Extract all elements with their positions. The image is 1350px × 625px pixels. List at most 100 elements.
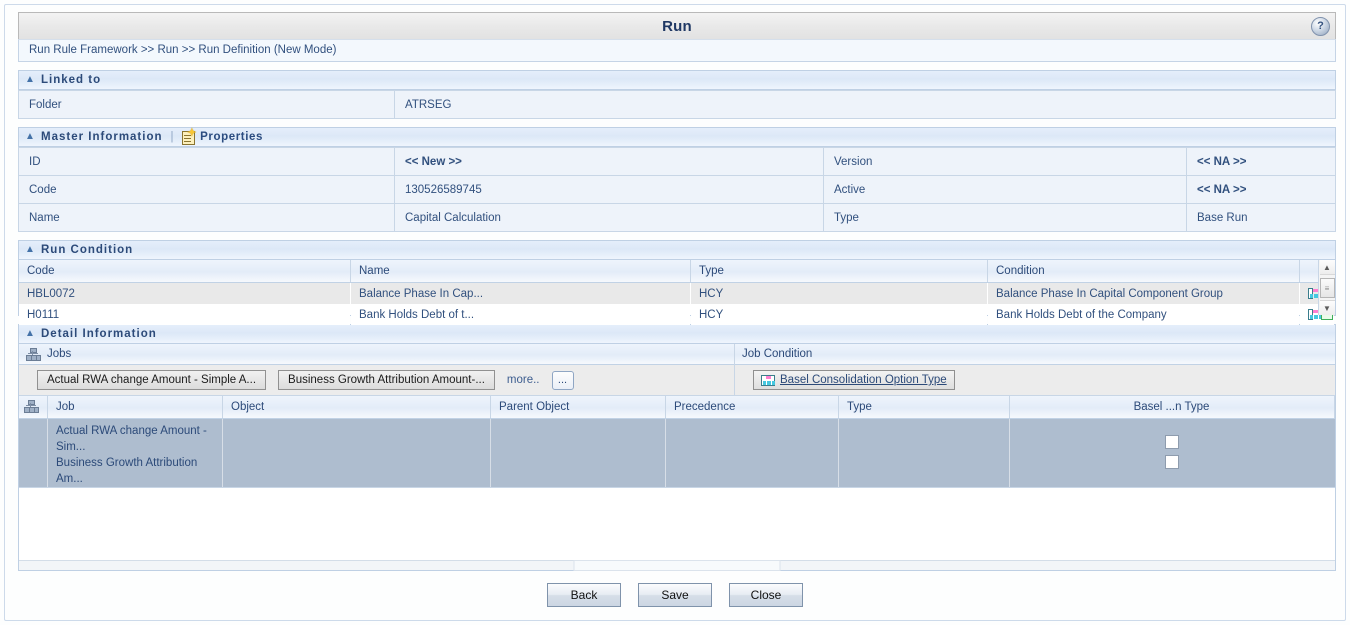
detail-information-panel: ▲ Detail Information Jobs Actual RWA cha… [18, 324, 1336, 571]
linked-to-grid: Folder ATRSEG [18, 90, 1336, 119]
cell-parent-object [490, 418, 666, 487]
linked-to-header[interactable]: ▲ Linked to [18, 70, 1336, 90]
name-value: Capital Calculation [394, 203, 824, 232]
active-value: << NA >> [1186, 175, 1336, 204]
cell-condition: Bank Holds Debt of the Company [987, 304, 1300, 325]
run-condition-table: Code Name Type Condition HBL0072 Balance… [19, 260, 1335, 325]
job-condition-title: Job Condition [742, 348, 813, 360]
jobs-more-link[interactable]: more.. [507, 374, 540, 386]
table-header-row: Code Name Type Condition [19, 260, 1335, 283]
job-chip-1[interactable]: Actual RWA change Amount - Simple A... [37, 370, 267, 390]
job-line: Sim... [56, 441, 86, 453]
properties-link[interactable]: ✦ Properties [182, 128, 263, 146]
jobs-title: Jobs [47, 348, 72, 360]
chevron-up-icon[interactable]: ▲ [25, 132, 35, 142]
col-object[interactable]: Object [222, 396, 491, 419]
master-information-title: Master Information [41, 131, 163, 143]
footer-buttons: Back Save Close [8, 583, 1342, 607]
close-button[interactable]: Close [729, 583, 803, 607]
table-row[interactable]: H0111 Bank Holds Debt of t... HCY Bank H… [19, 304, 1335, 325]
basel-option-checkbox[interactable] [1165, 434, 1180, 449]
cell-name: Balance Phase In Cap... [350, 282, 691, 304]
job-chip-2[interactable]: Business Growth Attribution Amount-... [278, 370, 495, 390]
hierarchy-icon[interactable] [1308, 309, 1322, 320]
window-title-bar: Run ? [18, 12, 1336, 39]
job-line: Business Growth Attribution [56, 457, 198, 469]
col-code[interactable]: Code [19, 260, 351, 283]
panel-resize-splitter[interactable] [19, 560, 1335, 571]
basel-consolidation-option-type-button[interactable]: Basel Consolidation Option Type [753, 370, 955, 390]
jobs-header-icon-cell [19, 396, 48, 419]
run-condition-panel: ▲ Run Condition Code Name Type Condition… [18, 240, 1336, 325]
scroll-up-arrow-icon[interactable]: ▲ [1319, 260, 1335, 275]
col-job[interactable]: Job [47, 396, 223, 419]
version-value: << NA >> [1186, 147, 1336, 176]
cell-code: H0111 [19, 304, 351, 325]
code-value: 130526589745 [394, 175, 824, 204]
properties-document-icon: ✦ [182, 128, 197, 145]
cell-type [838, 418, 1010, 487]
scrollbar-thumb[interactable]: ≡ [1319, 278, 1335, 298]
cell-type: HCY [690, 282, 988, 304]
col-parent-object[interactable]: Parent Object [490, 396, 666, 419]
job-condition-subheader: Job Condition [735, 344, 1335, 365]
id-value: << New >> [394, 147, 824, 176]
chevron-up-icon[interactable]: ▲ [25, 329, 35, 339]
hierarchy-icon [761, 374, 775, 386]
back-button[interactable]: Back [547, 583, 621, 607]
linked-to-panel: ▲ Linked to Folder ATRSEG [18, 70, 1336, 119]
table-row[interactable]: HBL0072 Balance Phase In Cap... HCY Bala… [19, 282, 1335, 304]
master-information-panel: ▲ Master Information | ✦ Properties ID <… [18, 127, 1336, 232]
table-row: Folder ATRSEG [18, 90, 1336, 119]
master-information-grid: ID << New >> Version << NA >> Code 13052… [18, 147, 1336, 232]
id-label: ID [18, 147, 395, 176]
cell-object [222, 418, 491, 487]
cell-condition: Balance Phase In Capital Component Group [987, 282, 1300, 304]
detail-information-header[interactable]: ▲ Detail Information [18, 324, 1336, 344]
hierarchy-icon[interactable] [1308, 288, 1322, 299]
jobs-table: Job Object Parent Object Precedence Type… [19, 396, 1335, 487]
splitter-grip[interactable] [573, 560, 781, 571]
cell-name: Bank Holds Debt of t... [350, 304, 691, 325]
col-condition[interactable]: Condition [987, 260, 1300, 283]
col-basel-option-type[interactable]: Basel ...n Type [1009, 396, 1335, 419]
col-precedence[interactable]: Precedence [665, 396, 839, 419]
detail-information-body: Jobs Actual RWA change Amount - Simple A… [18, 344, 1336, 571]
row-gutter [19, 418, 48, 487]
properties-label: Properties [200, 131, 263, 143]
chevron-up-icon[interactable]: ▲ [25, 245, 35, 255]
col-name[interactable]: Name [350, 260, 691, 283]
breadcrumb: Run Rule Framework >> Run >> Run Definit… [18, 39, 1336, 62]
save-button[interactable]: Save [638, 583, 712, 607]
active-label: Active [823, 175, 1187, 204]
name-label: Name [18, 203, 395, 232]
detail-information-title: Detail Information [41, 328, 157, 340]
linked-to-title: Linked to [41, 74, 102, 86]
scroll-down-arrow-icon[interactable]: ▼ [1319, 300, 1335, 315]
type-value: Base Run [1186, 203, 1336, 232]
org-chart-icon [26, 348, 41, 361]
cell-type: HCY [690, 304, 988, 325]
col-type[interactable]: Type [690, 260, 988, 283]
code-label: Code [18, 175, 395, 204]
help-circle-icon[interactable]: ? [1311, 17, 1330, 36]
org-chart-icon[interactable] [24, 399, 39, 413]
col-type[interactable]: Type [838, 396, 1010, 419]
jobs-button-row: Actual RWA change Amount - Simple A... B… [19, 365, 734, 396]
page-title: Run [662, 17, 692, 35]
run-condition-table-wrap: Code Name Type Condition HBL0072 Balance… [18, 260, 1336, 325]
table-row: Code 130526589745 Active << NA >> [18, 175, 1336, 204]
job-line: Actual RWA change Amount - [56, 425, 207, 437]
table-header-row: Job Object Parent Object Precedence Type… [19, 396, 1335, 419]
job-condition-button-row: Basel Consolidation Option Type [735, 365, 1335, 396]
run-condition-scrollbar[interactable]: ▲ ≡ ▼ [1318, 260, 1335, 315]
master-information-header[interactable]: ▲ Master Information | ✦ Properties [18, 127, 1336, 147]
run-condition-header[interactable]: ▲ Run Condition [18, 240, 1336, 260]
cell-job: Actual RWA change Amount - Sim... Busine… [47, 418, 223, 487]
chevron-up-icon[interactable]: ▲ [25, 75, 35, 85]
job-line: Am... [56, 473, 83, 485]
jobs-ellipsis-button[interactable]: ... [551, 370, 574, 390]
basel-option-checkbox[interactable] [1165, 454, 1180, 469]
cell-precedence [665, 418, 839, 487]
table-row: Actual RWA change Amount - Sim... Busine… [19, 418, 1335, 487]
